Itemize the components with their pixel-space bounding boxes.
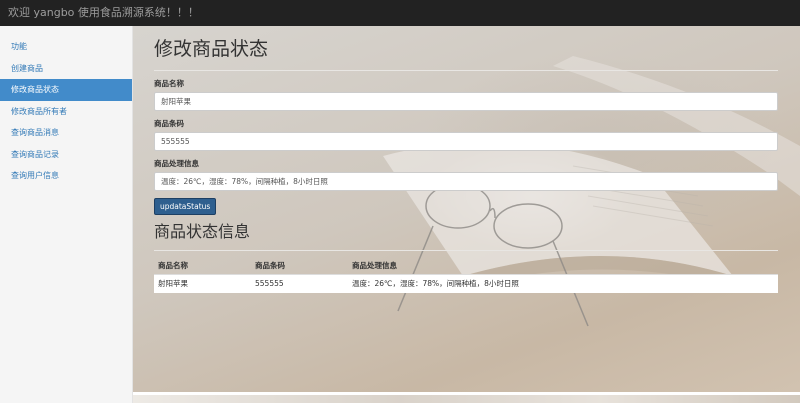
sidebar-item-update-status[interactable]: 修改商品状态 bbox=[0, 79, 132, 101]
sidebar-item-features[interactable]: 功能 bbox=[0, 36, 132, 58]
top-navbar: 欢迎 yangbo 使用食品溯源系统！！！ bbox=[0, 0, 800, 26]
status-table: 商品名称 商品条码 商品处理信息 射阳苹果 555555 温度：26℃，湿度：7… bbox=[154, 258, 778, 293]
main-panel: 修改商品状态 商品名称 商品条码 商品处理信息 updataStatus 商品状… bbox=[133, 26, 800, 403]
table-header-row: 商品名称 商品条码 商品处理信息 bbox=[154, 258, 778, 275]
product-name-input[interactable] bbox=[154, 92, 778, 111]
table-row: 射阳苹果 555555 温度：26℃，湿度：78%，间隔种植，8小时日照 bbox=[154, 273, 778, 293]
cell-product-barcode: 555555 bbox=[251, 273, 348, 293]
column-header-barcode: 商品条码 bbox=[251, 258, 348, 275]
sidebar-item-create-product[interactable]: 创建商品 bbox=[0, 58, 132, 80]
product-name-label: 商品名称 bbox=[154, 79, 184, 88]
column-header-info: 商品处理信息 bbox=[348, 258, 778, 275]
bottom-strip-image bbox=[133, 395, 800, 403]
product-barcode-label: 商品条码 bbox=[154, 119, 184, 128]
column-header-name: 商品名称 bbox=[154, 258, 251, 275]
sidebar-item-query-records[interactable]: 查询商品记录 bbox=[0, 144, 132, 166]
page-title: 修改商品状态 bbox=[154, 35, 778, 71]
processing-info-label: 商品处理信息 bbox=[154, 159, 199, 168]
cell-processing-info: 温度：26℃，湿度：78%，间隔种植，8小时日照 bbox=[348, 273, 778, 293]
sidebar-item-query-product[interactable]: 查询商品消息 bbox=[0, 122, 132, 144]
update-status-button[interactable]: updataStatus bbox=[154, 198, 217, 215]
sidebar-item-update-owner[interactable]: 修改商品所有者 bbox=[0, 101, 132, 123]
sidebar-item-query-user[interactable]: 查询用户信息 bbox=[0, 165, 132, 187]
cell-product-name: 射阳苹果 bbox=[154, 273, 251, 293]
welcome-title: 欢迎 yangbo 使用食品溯源系统！！！ bbox=[8, 6, 199, 19]
sidebar: 功能 创建商品 修改商品状态 修改商品所有者 查询商品消息 查询商品记录 查询用… bbox=[0, 26, 133, 403]
processing-info-input[interactable] bbox=[154, 172, 778, 191]
product-barcode-input[interactable] bbox=[154, 132, 778, 151]
status-section-title: 商品状态信息 bbox=[154, 221, 778, 251]
content-area: 修改商品状态 商品名称 商品条码 商品处理信息 updataStatus 商品状… bbox=[154, 26, 778, 293]
